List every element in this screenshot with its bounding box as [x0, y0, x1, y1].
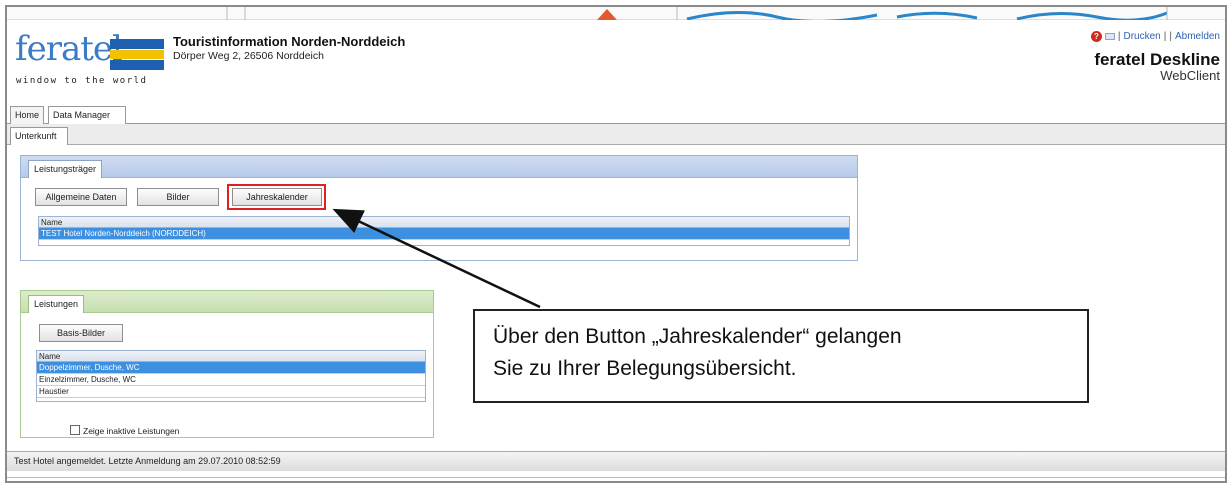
callout-line-2: Sie zu Ihrer Belegungsübersicht.	[493, 357, 797, 380]
status-text: Test Hotel angemeldet. Letzte Anmeldung …	[14, 456, 281, 466]
app-window: feratel window to the world Touristinfor…	[5, 5, 1227, 483]
callout-line-1: Über den Button „Jahreskalender“ gelange…	[493, 325, 902, 348]
status-bar: Test Hotel angemeldet. Letzte Anmeldung …	[7, 451, 1225, 471]
instruction-callout: Über den Button „Jahreskalender“ gelange…	[473, 309, 1089, 403]
callout-arrow	[332, 208, 541, 309]
divider	[7, 477, 1225, 478]
